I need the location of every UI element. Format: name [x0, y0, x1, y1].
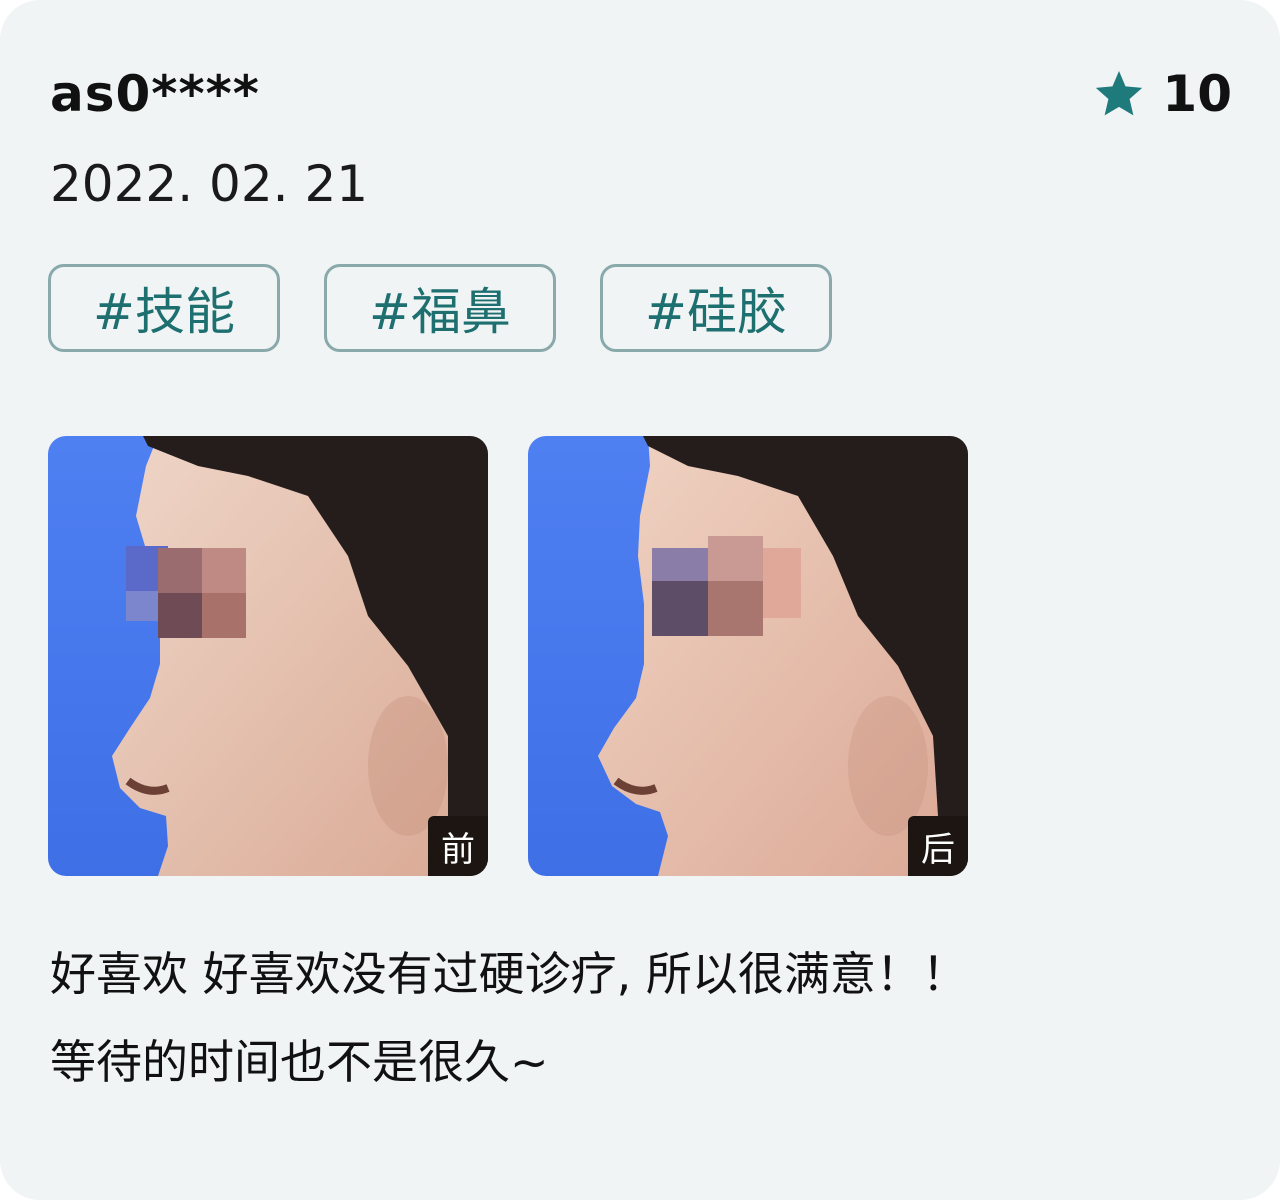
tag-list: #技能 #福鼻 #硅胶	[48, 264, 832, 352]
rating-value: 10	[1162, 65, 1232, 123]
tag-skill[interactable]: #技能	[48, 264, 280, 352]
review-date: 2022. 02. 21	[50, 155, 369, 213]
photo-gallery: 前 后	[48, 436, 968, 876]
review-text-line: 等待的时间也不是很久~	[50, 1035, 549, 1089]
after-photo[interactable]: 后	[528, 436, 968, 876]
review-card: as0**** 10 2022. 02. 21 #技能 #福鼻 #硅胶 前 后 …	[0, 0, 1280, 1200]
rating: 10	[1092, 58, 1232, 130]
before-label: 前	[428, 816, 488, 876]
tag-silicone[interactable]: #硅胶	[600, 264, 832, 352]
after-label: 后	[908, 816, 968, 876]
before-photo[interactable]: 前	[48, 436, 488, 876]
username: as0****	[50, 65, 260, 123]
tag-nose[interactable]: #福鼻	[324, 264, 556, 352]
after-photo-image	[528, 436, 968, 876]
before-photo-image	[48, 436, 488, 876]
review-text: 好喜欢 好喜欢没有过硬诊疗, 所以很满意！！ 等待的时间也不是很久~	[50, 930, 1230, 1106]
star-icon	[1096, 71, 1143, 116]
review-text-line: 好喜欢 好喜欢没有过硬诊疗, 所以很满意！！	[50, 947, 968, 1001]
